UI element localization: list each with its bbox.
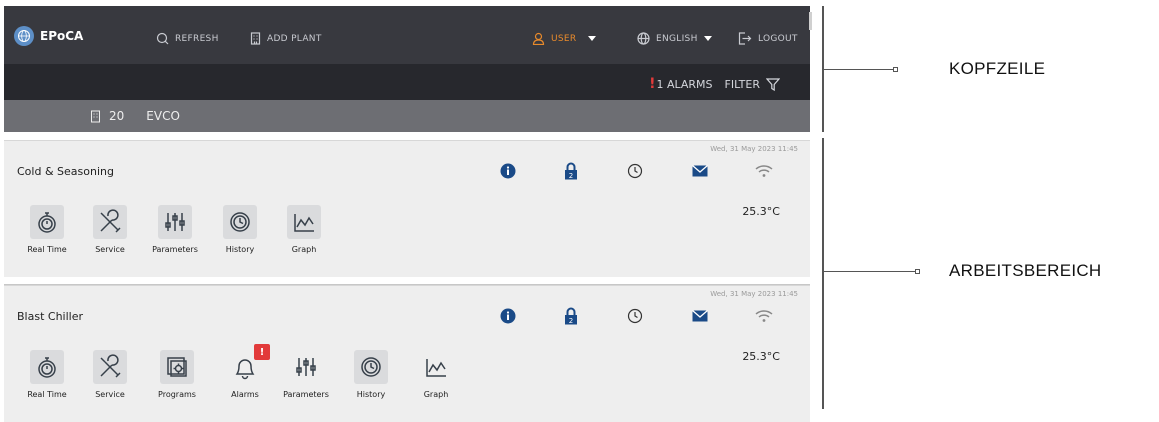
tile-label: Parameters [152, 245, 198, 254]
tile-label: History [225, 245, 255, 254]
tile-label: Service [95, 245, 125, 254]
plant-bar: 20 EVCO [4, 100, 810, 132]
app-window: EPoCA REFRESH ADD PLANT USER ENGLISH LOG… [4, 6, 812, 422]
app-logo[interactable]: EPoCA [14, 26, 83, 46]
service-tile[interactable]: Service [84, 350, 136, 399]
workspace-bracket [822, 138, 824, 409]
parameters-tile[interactable]: Parameters [149, 205, 201, 254]
lock-icon[interactable]: 2 [561, 306, 581, 326]
header-leader-line [824, 69, 894, 70]
history-tile[interactable]: History [345, 350, 397, 399]
real-time-tile[interactable]: Real Time [21, 350, 73, 399]
refresh-label: REFRESH [175, 33, 219, 44]
filter-label: FILTER [724, 77, 761, 91]
history-tile[interactable]: History [214, 205, 266, 254]
device-panel: Cold & Seasoning Wed, 31 May 2023 11:45 … [4, 140, 810, 277]
header-leader-dot [893, 67, 898, 72]
funnel-icon [766, 77, 780, 91]
language-selector[interactable]: ENGLISH [637, 32, 712, 45]
building-icon [91, 110, 100, 122]
refresh-button[interactable]: REFRESH [156, 32, 219, 45]
device-timestamp: Wed, 31 May 2023 11:45 [710, 290, 798, 298]
graph-icon [294, 214, 314, 232]
wrench-screwdriver-icon [100, 354, 121, 378]
app-name: EPoCA [40, 29, 84, 43]
tile-label: Real Time [27, 245, 67, 254]
programs-tile[interactable]: Programs [151, 350, 203, 399]
tile-label: Graph [423, 390, 449, 399]
tile-label: Alarms [231, 390, 259, 399]
alarms-label: 1 ALARMS [656, 78, 713, 91]
wifi-icon [754, 306, 774, 326]
globe-logo-icon [14, 26, 34, 46]
device-name: Blast Chiller [17, 310, 83, 323]
alarm-exclamation-icon: ! [649, 76, 656, 92]
user-menu[interactable]: USER [532, 32, 597, 45]
lock-level: 2 [569, 172, 573, 180]
user-icon [532, 32, 545, 45]
device-name: Cold & Seasoning [17, 165, 114, 178]
alarms-indicator[interactable]: ! 1 ALARMS [649, 76, 712, 92]
building-icon [250, 32, 261, 45]
add-plant-button[interactable]: ADD PLANT [250, 32, 322, 45]
refresh-icon [156, 32, 169, 45]
tile-label: Service [95, 390, 125, 399]
wrench-screwdriver-icon [100, 209, 121, 233]
alarms-tile[interactable]: ! Alarms [219, 344, 271, 399]
parameters-tile[interactable]: Parameters [280, 350, 332, 399]
wifi-icon [754, 161, 774, 181]
stopwatch-icon [38, 357, 56, 378]
workspace-leader-dot [915, 269, 920, 274]
stopwatch-icon [38, 212, 56, 233]
logout-icon [738, 32, 752, 45]
alarm-bar: ! 1 ALARMS FILTER [4, 64, 810, 100]
lock-icon[interactable]: 2 [561, 161, 581, 181]
mail-icon[interactable] [690, 161, 710, 181]
clock-icon[interactable] [625, 306, 645, 326]
real-time-tile[interactable]: Real Time [21, 205, 73, 254]
filter-button[interactable]: FILTER [724, 77, 780, 91]
language-label: ENGLISH [656, 33, 698, 44]
lock-level: 2 [569, 317, 573, 325]
temperature-readout: 25.3°C [742, 205, 780, 218]
graph-icon [426, 359, 446, 377]
chevron-down-icon [588, 36, 597, 41]
graph-tile[interactable]: Graph [278, 205, 330, 254]
top-navigation-bar: EPoCA REFRESH ADD PLANT USER ENGLISH LOG… [4, 6, 810, 64]
service-tile[interactable]: Service [84, 205, 136, 254]
scrollbar[interactable] [809, 12, 812, 30]
globe-icon [637, 32, 650, 45]
programs-icon [167, 357, 187, 377]
plant-name: EVCO [146, 109, 180, 123]
graph-tile[interactable]: Graph [410, 350, 462, 399]
user-label: USER [551, 33, 577, 44]
tile-label: Real Time [27, 390, 67, 399]
info-icon[interactable] [498, 161, 518, 181]
sliders-icon [296, 358, 316, 376]
history-icon [230, 212, 250, 232]
device-panel: Blast Chiller Wed, 31 May 2023 11:45 2 2… [4, 285, 810, 422]
plant-number: 20 [109, 109, 125, 123]
tile-label: History [356, 390, 386, 399]
chevron-down-icon [703, 36, 712, 41]
workspace-callout: ARBEITSBEREICH [949, 261, 1102, 280]
mail-icon[interactable] [690, 306, 710, 326]
tile-label: Parameters [283, 390, 329, 399]
info-icon[interactable] [498, 306, 518, 326]
logout-label: LOGOUT [758, 33, 798, 44]
sliders-icon [165, 213, 185, 231]
plant-selector[interactable]: 20 EVCO [90, 109, 180, 123]
alarm-badge: ! [254, 344, 270, 360]
logout-button[interactable]: LOGOUT [738, 32, 798, 45]
device-timestamp: Wed, 31 May 2023 11:45 [710, 145, 798, 153]
tile-label: Graph [291, 245, 317, 254]
header-callout: KOPFZEILE [949, 59, 1046, 78]
clock-icon[interactable] [625, 161, 645, 181]
add-plant-label: ADD PLANT [267, 33, 322, 44]
history-icon [361, 357, 381, 377]
temperature-readout: 25.3°C [742, 350, 780, 363]
workspace-leader-line [824, 271, 916, 272]
tile-label: Programs [158, 390, 196, 399]
